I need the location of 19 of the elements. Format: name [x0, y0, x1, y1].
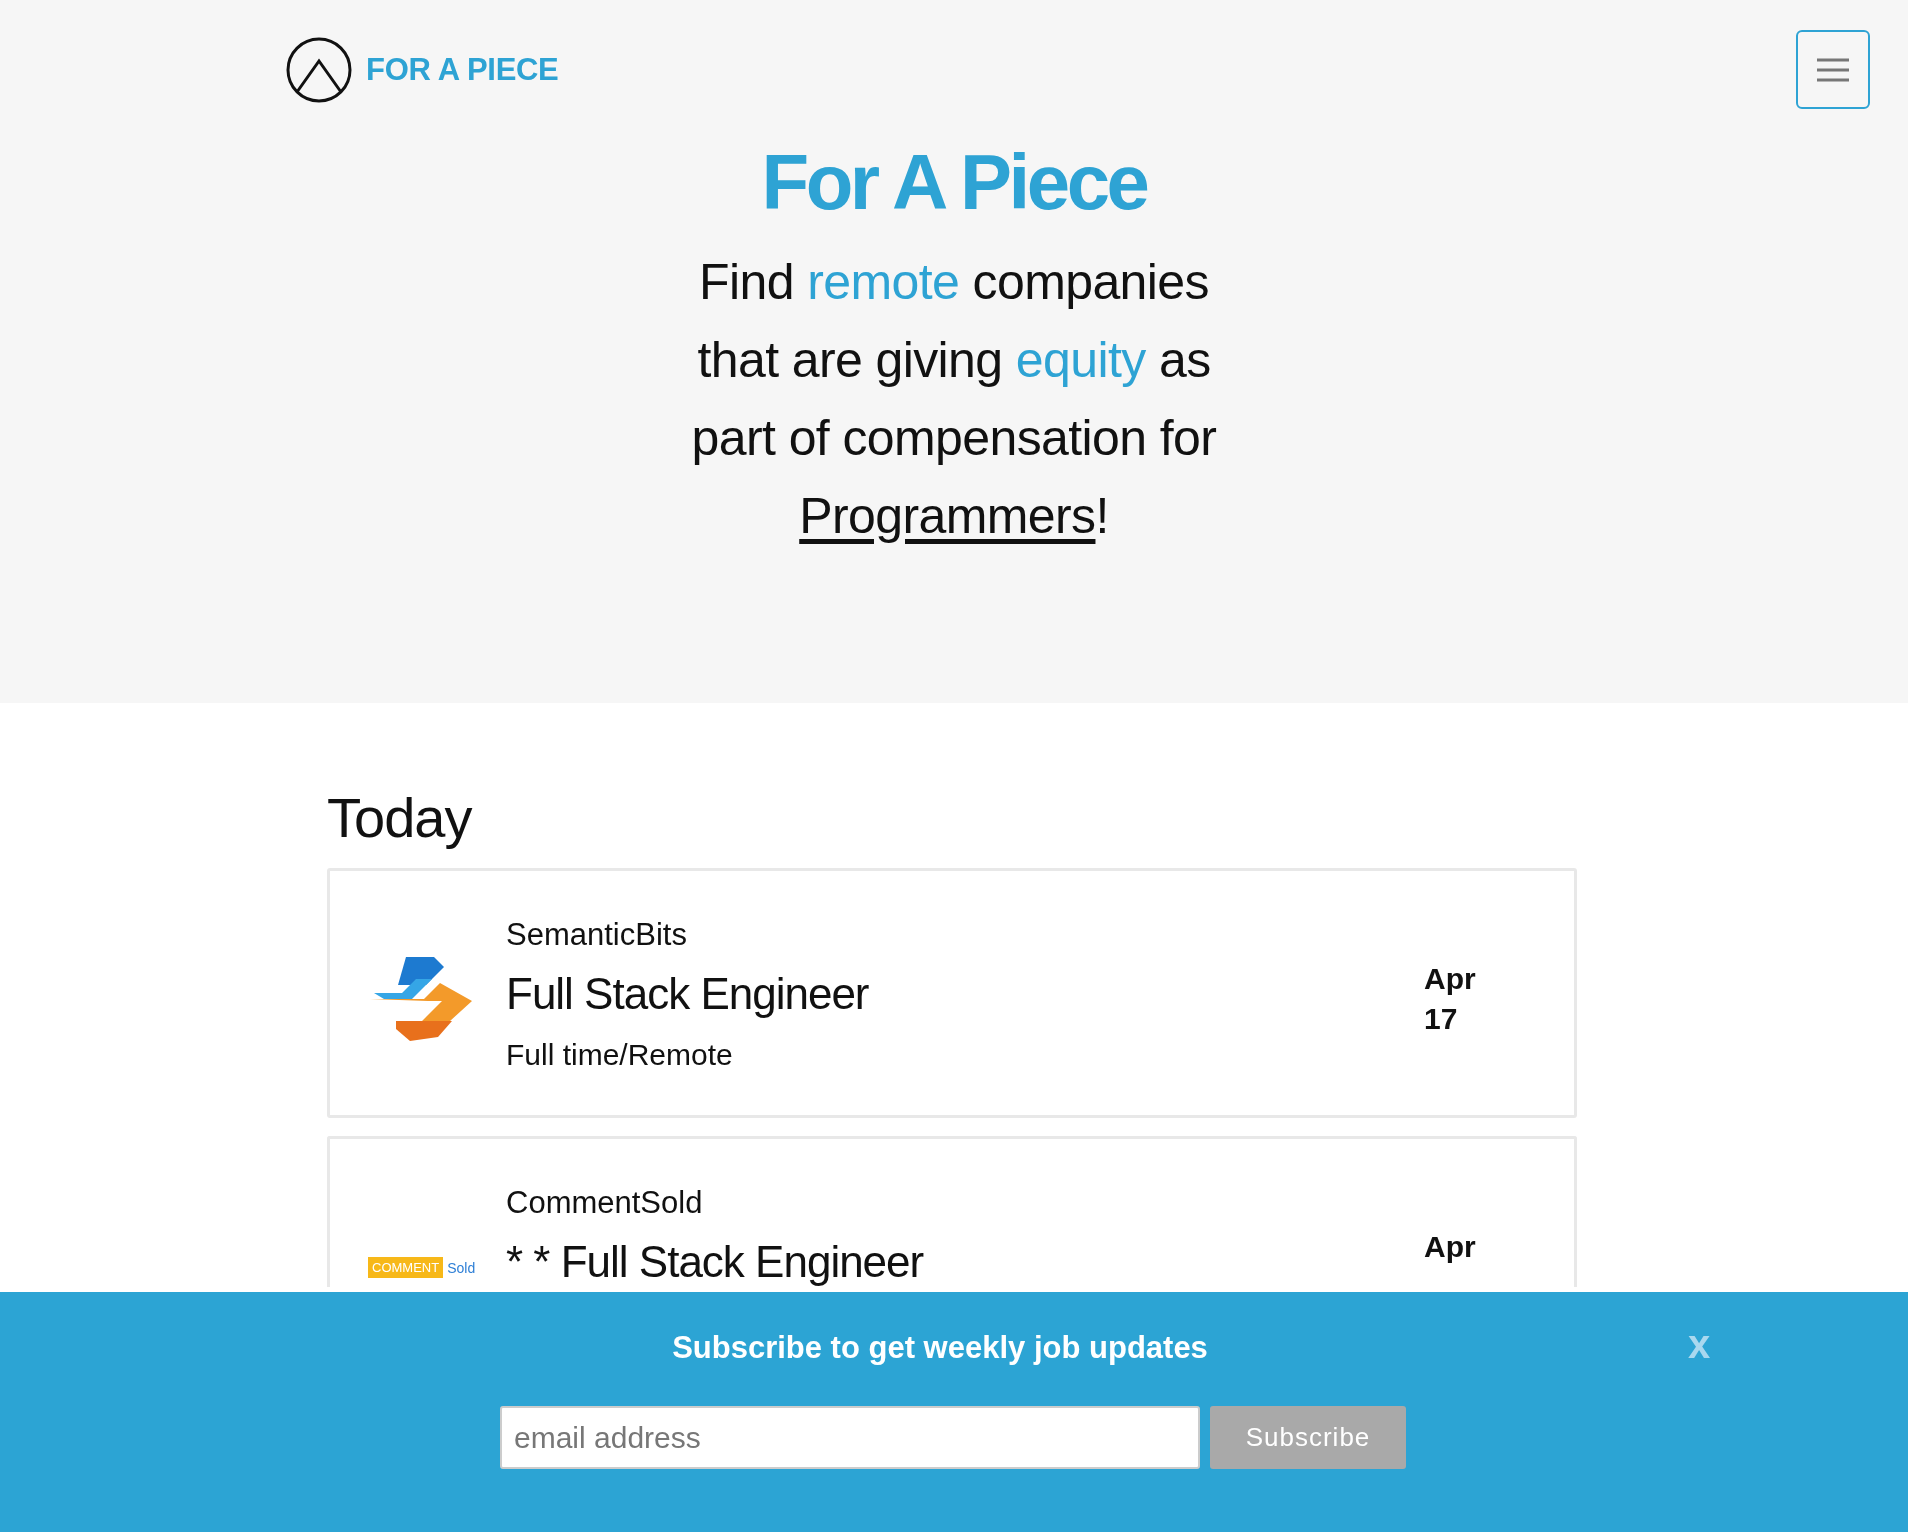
- company-logo: COMMENT Sold: [368, 1256, 476, 1278]
- job-date: Apr: [1424, 1229, 1477, 1265]
- job-type: Full time/Remote: [506, 1037, 734, 1073]
- email-field[interactable]: email address: [500, 1406, 1200, 1469]
- company-name: SemanticBits: [506, 917, 688, 953]
- section-heading: Today: [327, 785, 473, 851]
- job-card[interactable]: COMMENT Sold CommentSold * * Full Stack Engineer Apr: [327, 1136, 1577, 1287]
- subscribe-heading: Subscribe to get weekly job updates: [672, 1330, 1208, 1366]
- company-name: CommentSold: [506, 1185, 704, 1221]
- job-title[interactable]: * * Full Stack Engineer: [506, 1239, 924, 1285]
- job-title[interactable]: Full Stack Engineer: [506, 971, 869, 1017]
- menu-icon: [1816, 57, 1850, 82]
- programmers-link[interactable]: Programmers: [799, 488, 1096, 544]
- job-date: Apr 17: [1424, 961, 1477, 1037]
- job-card[interactable]: SemanticBits Full Stack Engineer Full time/Remote Apr 17: [327, 868, 1577, 1118]
- site-title: For A Piece: [760, 143, 1148, 221]
- menu-button[interactable]: [1796, 30, 1870, 109]
- tagline: Find remote companies that are giving equity as part of compensation for Programmers!: [690, 253, 1218, 546]
- logo-icon: [286, 36, 352, 103]
